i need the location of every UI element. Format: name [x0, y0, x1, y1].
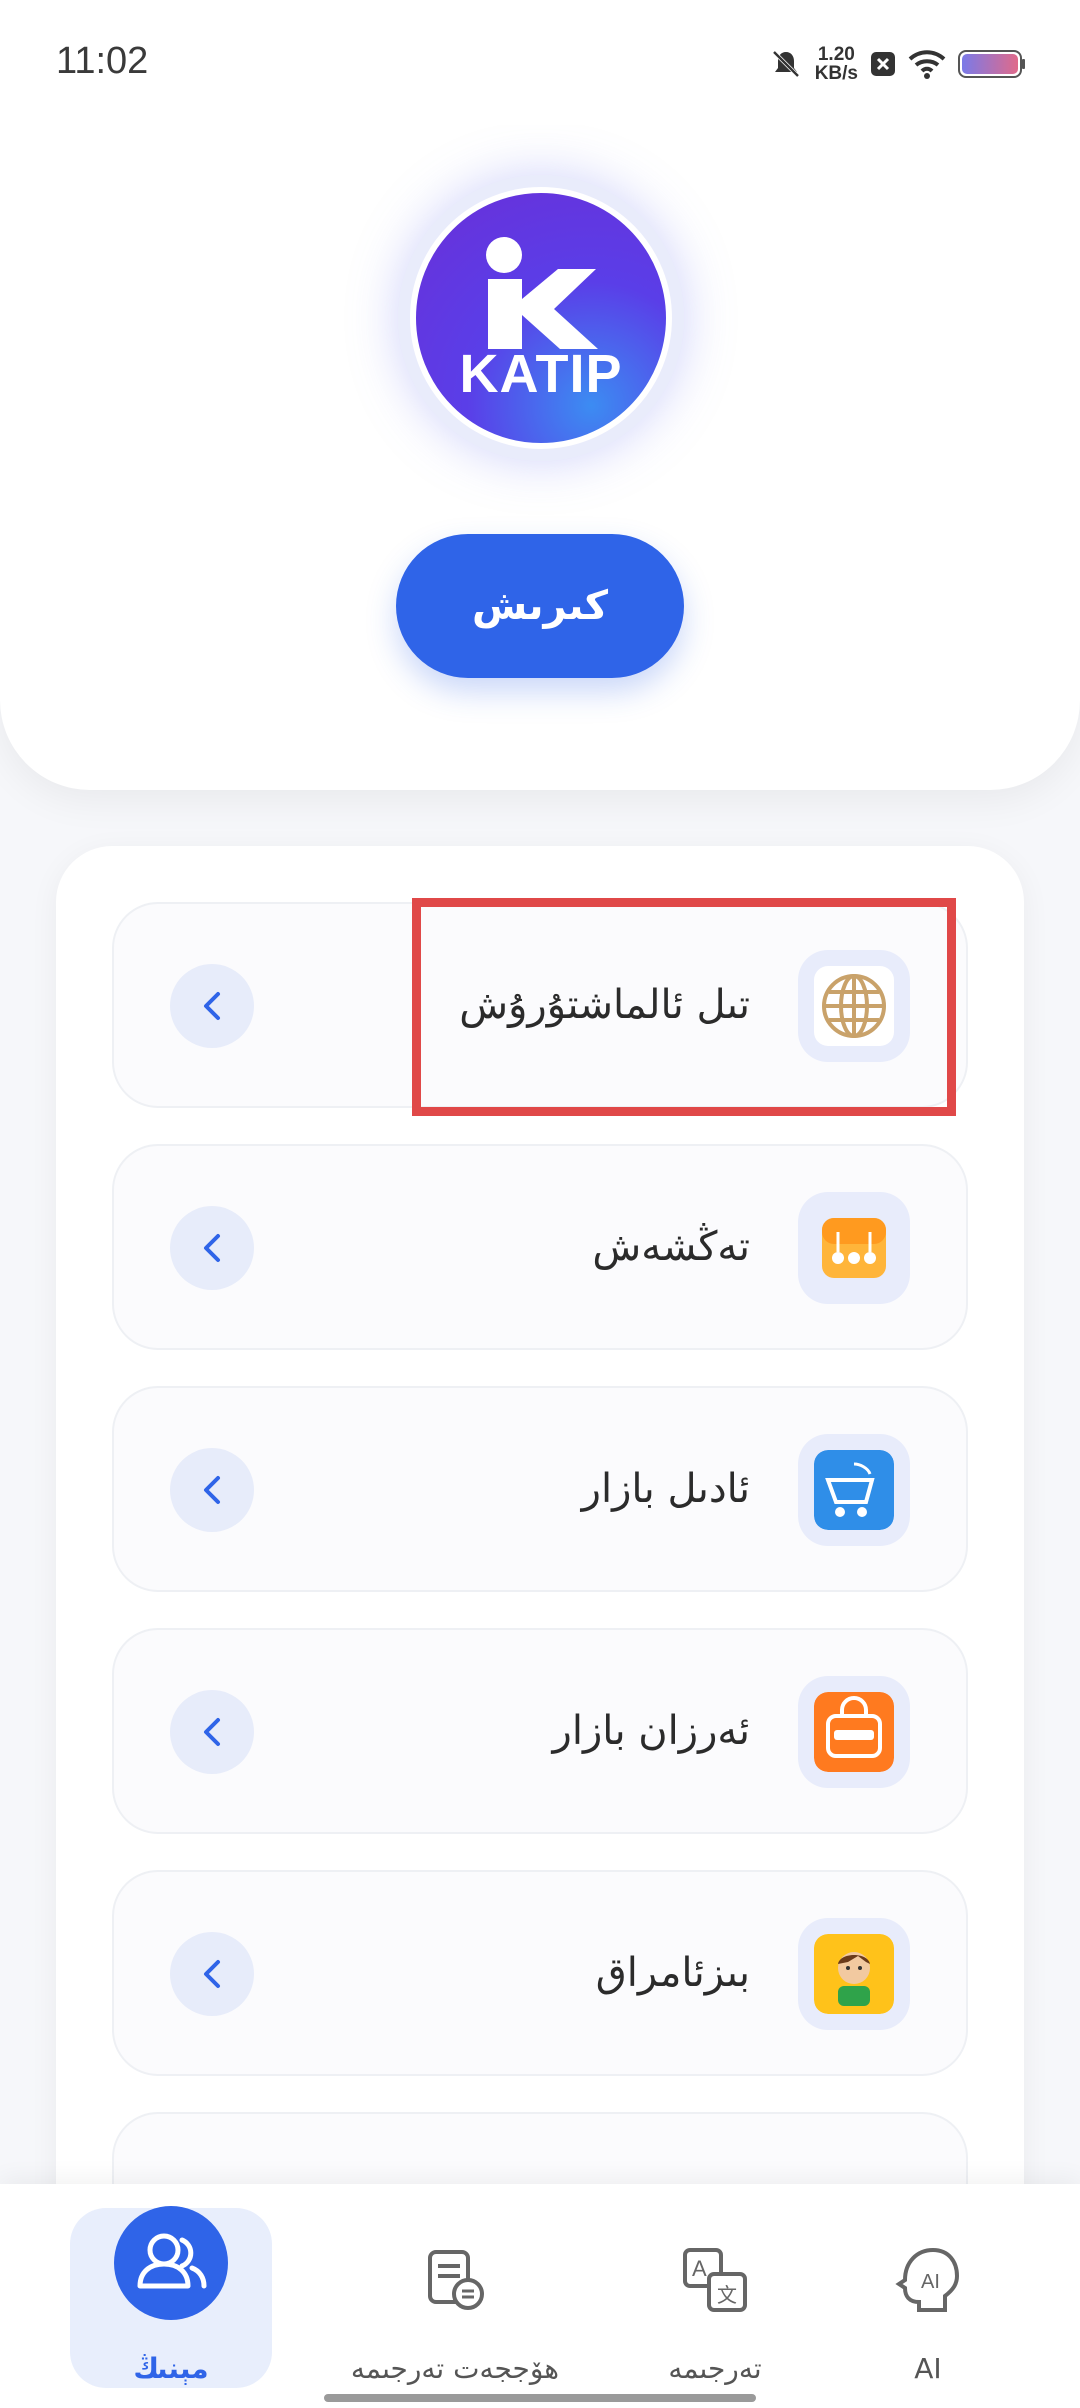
net-speed-unit: KB/s	[814, 63, 858, 84]
document-translate-icon	[428, 2250, 484, 2310]
nav-label: مېنىڭ	[133, 2352, 209, 2385]
nav-tab-ai[interactable]: AI AI	[868, 2208, 988, 2388]
login-button[interactable]: كىرىش	[396, 534, 684, 678]
svg-text:文: 文	[717, 2284, 737, 2307]
arzan-app-icon	[814, 1692, 894, 1772]
menu-item-label: ئادىل بازار	[581, 1466, 750, 1512]
net-speed-value: 1.20	[817, 44, 855, 65]
app-logo: KATIP	[398, 175, 684, 461]
status-bar: 11:02 1.20 KB/s	[0, 0, 1080, 125]
bizamraq-app-icon	[814, 1934, 894, 2014]
settings-icon-tile	[798, 1192, 910, 1304]
svg-text:AI: AI	[921, 2271, 940, 2293]
chevron-left-icon[interactable]	[170, 1690, 254, 1774]
menu-item-settings[interactable]: تەڭشەش	[112, 1144, 968, 1350]
nav-tab-document-translate[interactable]: ھۆججەت تەرجىمە	[330, 2208, 580, 2388]
bizamraq-icon-tile	[798, 1918, 910, 2030]
settings-icon	[822, 1218, 886, 1278]
menu-item-label: تەڭشەش	[592, 1224, 750, 1270]
menu-item-bizamraq[interactable]: بىزئامراق	[112, 1870, 968, 2076]
battery-icon	[958, 50, 1025, 78]
users-icon	[137, 2233, 207, 2289]
adil-bazar-icon-tile	[798, 1434, 910, 1546]
logo-text: KATIP	[459, 344, 623, 404]
nav-label: ھۆججەت تەرجىمە	[350, 2352, 560, 2385]
menu-item-adil-bazar[interactable]: ئادىل بازار	[112, 1386, 968, 1592]
menu-item-label: بىزئامراق	[595, 1950, 750, 1996]
adil-bazar-app-icon	[814, 1450, 894, 1530]
chevron-left-icon[interactable]	[170, 1206, 254, 1290]
close-box-icon	[871, 52, 895, 76]
status-icons: 1.20 KB/s	[769, 42, 1026, 86]
chevron-left-icon[interactable]	[170, 1448, 254, 1532]
menu-item-arzan-bazar[interactable]: ئەرزان بازار	[112, 1628, 968, 1834]
bell-muted-icon	[772, 50, 800, 78]
translate-icon: A 文	[683, 2248, 747, 2312]
net-speed: 1.20 KB/s	[815, 45, 858, 83]
ai-head-icon: AI	[895, 2247, 960, 2312]
home-indicator	[324, 2394, 756, 2402]
chevron-left-icon[interactable]	[170, 1932, 254, 2016]
wifi-icon	[908, 50, 946, 79]
nav-label: تەرجىمە	[668, 2352, 762, 2385]
status-time: 11:02	[56, 40, 149, 82]
menu-item-label: ئەرزان بازار	[552, 1708, 750, 1754]
users-icon-circle[interactable]	[114, 2206, 228, 2320]
katip-k-mark	[486, 237, 598, 349]
nav-tab-translate[interactable]: A 文 تەرجىمە	[640, 2208, 790, 2388]
svg-text:A: A	[692, 2256, 707, 2281]
chevron-left-icon[interactable]	[170, 964, 254, 1048]
arzan-icon-tile	[798, 1676, 910, 1788]
highlight-box	[412, 898, 956, 1116]
katip-logo: KATIP	[410, 187, 672, 449]
nav-label: AI	[914, 2352, 942, 2385]
